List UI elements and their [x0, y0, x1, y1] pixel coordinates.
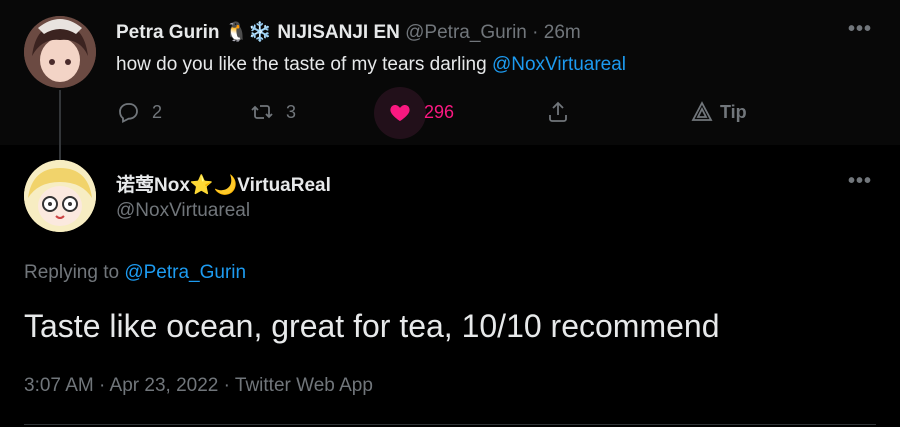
parent-text: how do you like the taste of my tears da… [116, 54, 487, 75]
like-action[interactable]: 296 [388, 100, 454, 124]
retweet-count: 3 [286, 101, 297, 122]
thread-line [59, 90, 61, 160]
reply-name-row[interactable]: 诺莺Nox⭐🌙VirtuaReal [116, 170, 331, 197]
replying-to-handle-link[interactable]: @Petra_Gurin [124, 262, 246, 283]
reply-more-menu-icon[interactable]: ••• [848, 170, 872, 193]
share-action[interactable] [546, 100, 570, 124]
reply-icon [119, 103, 138, 123]
parent-separator: · [532, 22, 539, 43]
parent-display-name[interactable]: Petra Gurin [116, 22, 219, 43]
parent-name-emojis: 🐧❄️ [224, 22, 273, 43]
share-icon [549, 101, 567, 122]
tip-label: Tip [720, 101, 747, 122]
retweet-icon [251, 105, 273, 119]
reply-tweet-text: Taste like ocean, great for tea, 10/10 r… [24, 308, 720, 344]
tip-icon [691, 101, 713, 121]
tip-action[interactable]: Tip [690, 100, 747, 124]
bottom-divider [24, 424, 876, 425]
parent-mention-link[interactable]: @NoxVirtuareal [492, 54, 626, 75]
parent-tweet-text: how do you like the taste of my tears da… [116, 54, 626, 76]
parent-tweet[interactable]: Petra Gurin 🐧❄️ NIJISANJI EN @Petra_Guri… [0, 0, 900, 145]
parent-more-menu-icon[interactable]: ••• [848, 18, 872, 41]
replying-to: Replying to @Petra_Gurin [24, 262, 246, 284]
retweet-action[interactable]: 3 [250, 100, 296, 124]
replying-to-label: Replying to [24, 262, 120, 283]
petra-avatar[interactable] [24, 16, 96, 88]
nox-avatar[interactable] [24, 160, 96, 232]
reply-display-name[interactable]: 诺莺Nox [116, 175, 190, 196]
nox-avatar-art [24, 160, 96, 232]
reply-handle[interactable]: @NoxVirtuareal [116, 200, 250, 222]
tweet-timestamp[interactable]: 3:07 AM · Apr 23, 2022 · Twitter Web App [24, 375, 373, 397]
parent-name-row[interactable]: Petra Gurin 🐧❄️ NIJISANJI EN @Petra_Guri… [116, 20, 581, 44]
parent-handle[interactable]: @Petra_Gurin [405, 22, 527, 43]
heart-filled-icon [390, 105, 410, 121]
parent-name-suffix[interactable]: NIJISANJI EN [277, 22, 399, 43]
petra-avatar-art [24, 16, 96, 88]
reply-name-emojis: ⭐🌙 [189, 175, 238, 196]
reply-count: 2 [152, 101, 163, 122]
parent-time[interactable]: 26m [544, 22, 581, 43]
reply-action[interactable]: 2 [116, 100, 162, 124]
reply-name-suffix[interactable]: VirtuaReal [237, 175, 331, 196]
like-count: 296 [424, 101, 455, 122]
